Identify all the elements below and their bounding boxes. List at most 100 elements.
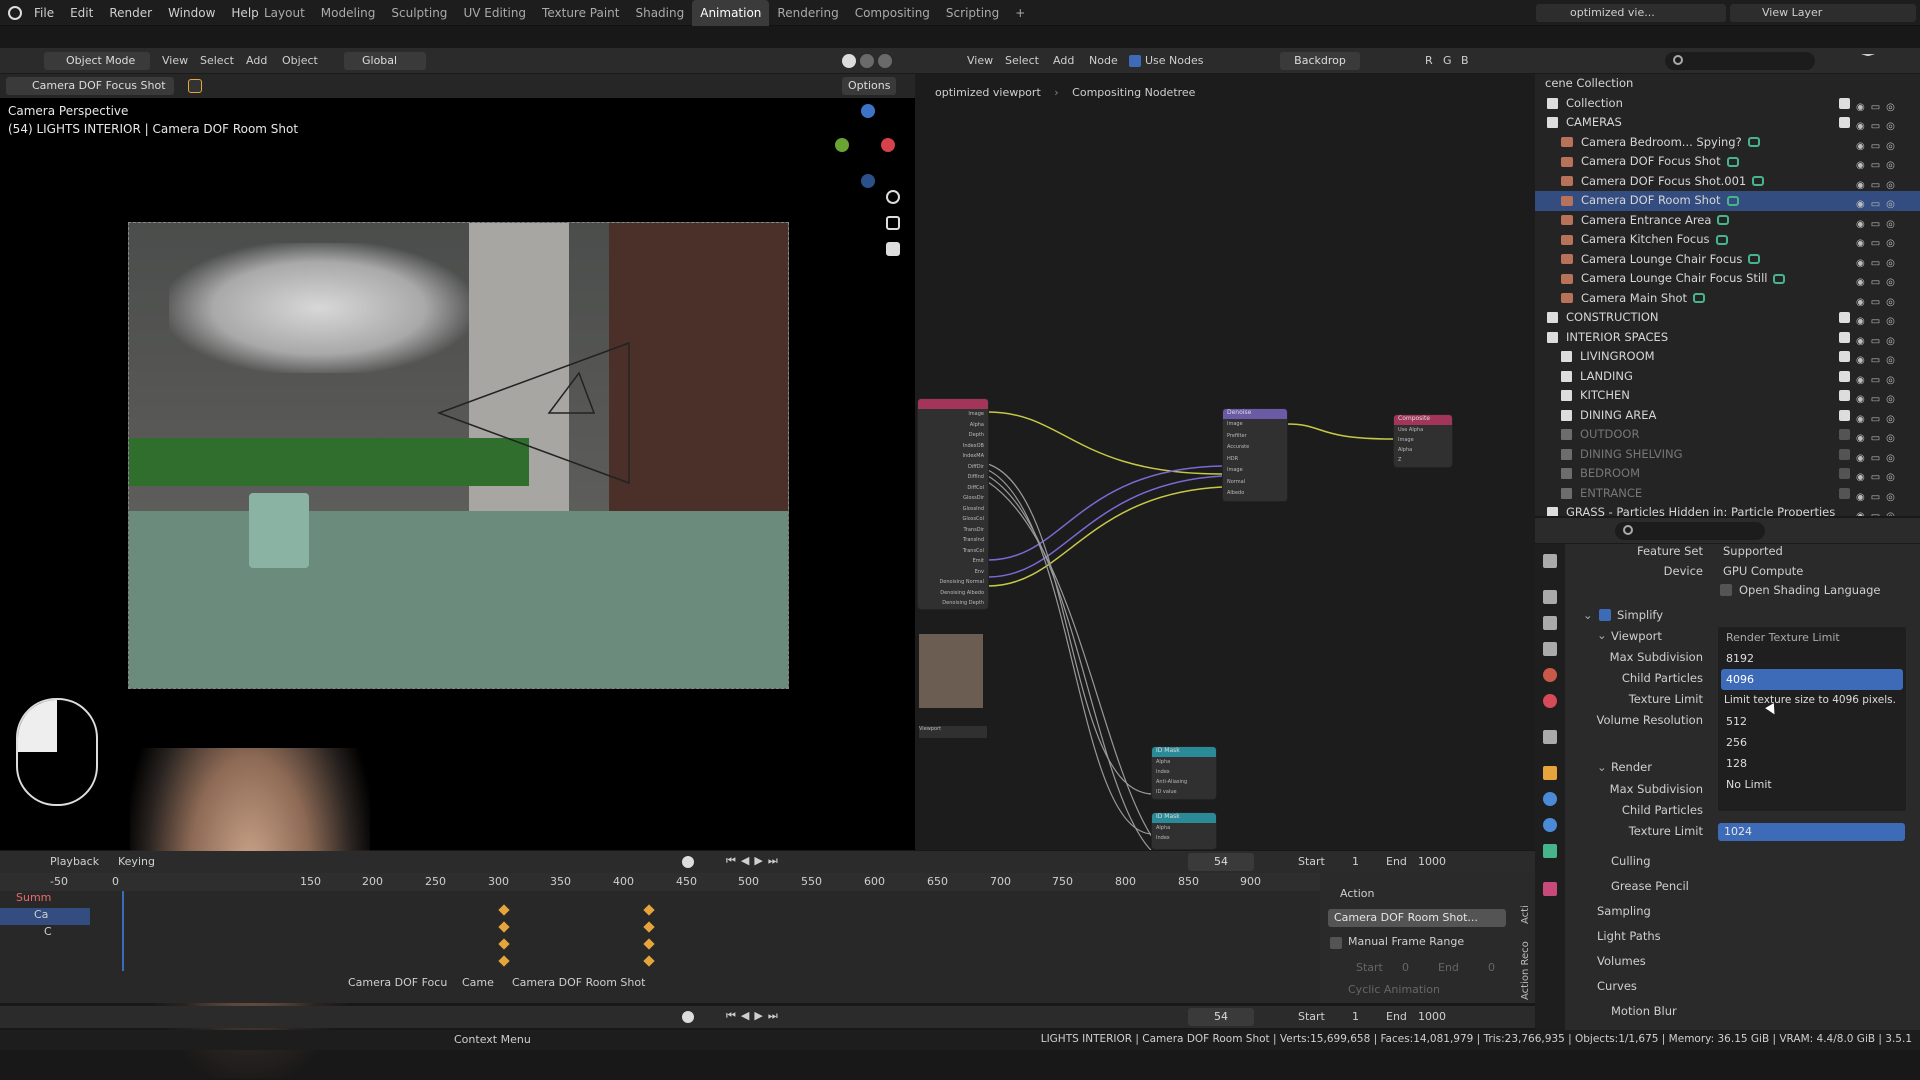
backdrop-toggle[interactable]: Backdrop (1280, 52, 1360, 70)
transform-orientation-dropdown[interactable]: Global (344, 52, 426, 70)
visibility-toggles-icon[interactable]: ◉▭◎ (1856, 468, 1912, 483)
camera-gizmo[interactable] (429, 333, 649, 493)
start-value-2[interactable]: 1 (1352, 1010, 1359, 1023)
tool-tab-icon[interactable] (1543, 554, 1557, 568)
modifier-tab-icon[interactable] (1543, 792, 1557, 806)
viewport-menu-select[interactable]: Select (200, 54, 234, 67)
node-socket[interactable]: Depth (918, 430, 988, 441)
node-socket[interactable]: Use Alpha (1394, 425, 1452, 435)
texture-tab-icon[interactable] (1543, 882, 1557, 896)
channel-summary[interactable]: Summ (0, 891, 90, 908)
outliner-row[interactable]: CONSTRUCTION ◉▭◎ (1535, 308, 1920, 328)
visibility-toggles-icon[interactable]: ◉▭◎ (1856, 312, 1912, 327)
exclude-checkbox[interactable] (1839, 117, 1850, 128)
playback-menu[interactable]: Playback (50, 855, 99, 868)
viewport-subpanel-label[interactable]: Viewport (1611, 629, 1662, 643)
outliner-row[interactable]: LANDING ◉▭◎ (1535, 367, 1920, 387)
exclude-checkbox[interactable] (1839, 487, 1850, 499)
view-layer-tab-icon[interactable] (1543, 642, 1557, 656)
outliner-search-input[interactable] (1665, 52, 1815, 70)
action-end-value[interactable]: 0 (1488, 961, 1495, 974)
object-mode-dropdown[interactable]: Object Mode (44, 52, 150, 70)
tab-uv-editing[interactable]: UV Editing (455, 0, 534, 26)
record-icon[interactable] (682, 1011, 694, 1023)
exclude-checkbox[interactable] (1839, 429, 1850, 440)
physics-tab-icon[interactable] (1543, 818, 1557, 832)
feature-set-value[interactable]: Supported (1723, 544, 1783, 558)
outliner-row[interactable]: DINING AREA ◉▭◎ (1535, 406, 1920, 426)
option-512[interactable]: 512 (1718, 711, 1906, 732)
node-socket[interactable]: Alpha (918, 420, 988, 431)
outliner-row[interactable]: Camera Lounge Chair Focus ◉▭◎ (1535, 250, 1920, 270)
node-socket[interactable]: Denoising Depth (918, 598, 988, 609)
tab-animation[interactable]: Animation (692, 0, 770, 26)
navigation-gizmo[interactable] (835, 104, 895, 188)
node-socket[interactable]: IndexMA (918, 451, 988, 462)
node-socket[interactable]: Env (918, 567, 988, 578)
node-socket[interactable]: Alpha (1152, 757, 1216, 767)
motion-blur-section[interactable]: Motion Blur (1611, 1004, 1677, 1018)
visibility-toggles-icon[interactable]: ◉▭◎ (1856, 293, 1912, 308)
grease-pencil-section[interactable]: Grease Pencil (1611, 879, 1689, 893)
exclude-checkbox[interactable] (1839, 370, 1850, 382)
material-shading-icon[interactable] (860, 54, 874, 68)
visibility-toggles-icon[interactable]: ◉▭◎ (1856, 176, 1912, 191)
id-mask-node[interactable]: ID Mask Alpha Index Anti-Aliasing ID value (1151, 746, 1217, 800)
exclude-checkbox[interactable] (1839, 409, 1850, 421)
node-socket[interactable]: Index (1152, 767, 1216, 777)
outliner-scene-collection[interactable]: cene Collection (1535, 74, 1920, 94)
node-socket[interactable]: Image (1223, 465, 1287, 477)
simplify-checkbox[interactable] (1599, 609, 1611, 621)
keyframe[interactable] (498, 955, 510, 967)
exclude-checkbox[interactable] (1839, 312, 1850, 323)
options-dropdown[interactable]: Options (842, 77, 897, 95)
outliner-row[interactable]: Camera DOF Room Shot ◉▭◎ (1535, 191, 1920, 211)
outliner-row[interactable]: DINING SHELVING ◉▭◎ (1535, 445, 1920, 465)
action-panel-title[interactable]: Action (1340, 887, 1374, 900)
outliner-row[interactable]: Camera Main Shot ◉▭◎ (1535, 289, 1920, 309)
record-icon[interactable] (682, 856, 694, 868)
camera-data-icon[interactable] (1773, 273, 1786, 284)
visibility-toggles-icon[interactable]: ◉▭◎ (1856, 234, 1912, 249)
node-socket[interactable]: Normal (1223, 477, 1287, 489)
properties-search-input[interactable] (1615, 522, 1765, 540)
outliner-row[interactable]: Collection ◉▭◎ (1535, 94, 1920, 114)
tab-rendering[interactable]: Rendering (769, 0, 846, 26)
node-menu-node[interactable]: Node (1089, 54, 1118, 67)
use-nodes-checkbox[interactable] (1129, 55, 1141, 67)
exclude-checkbox[interactable] (1839, 390, 1850, 401)
camera-data-icon[interactable] (1748, 254, 1761, 264)
frame-ruler[interactable]: -50 0 150 200 250 300 350 400 450 500 550 600 650 700… (0, 873, 1320, 891)
y-axis-icon[interactable] (835, 138, 849, 152)
viewport-menu-view[interactable]: View (162, 54, 188, 67)
tab-shading[interactable]: Shading (627, 0, 692, 26)
node-socket[interactable]: Denoising Albedo (918, 588, 988, 599)
start-value[interactable]: 1 (1352, 855, 1359, 868)
node-socket[interactable]: Denoising Normal (918, 577, 988, 588)
channel-camera[interactable]: Ca (0, 908, 90, 925)
menu-file[interactable]: File (26, 0, 62, 26)
tab-modeling[interactable]: Modeling (313, 0, 384, 26)
curves-section[interactable]: Curves (1597, 979, 1637, 993)
visibility-toggles-icon[interactable]: ◉▭◎ (1856, 449, 1912, 464)
node-socket[interactable]: Emit (918, 556, 988, 567)
menu-render[interactable]: Render (101, 0, 160, 26)
visibility-toggles-icon[interactable]: ◉▭◎ (1856, 351, 1912, 366)
outliner-row[interactable]: Camera DOF Focus Shot.001 ◉▭◎ (1535, 172, 1920, 192)
option-256[interactable]: 256 (1718, 732, 1906, 753)
node-socket[interactable]: GlossCol (918, 514, 988, 525)
option-no-limit[interactable]: No Limit (1718, 774, 1906, 795)
camera-data-icon[interactable] (1726, 156, 1739, 167)
action-start-value[interactable]: 0 (1402, 961, 1409, 974)
render-layers-node[interactable]: Image Alpha Depth IndexOB IndexMA DiffDir Diff… (917, 398, 989, 610)
node-socket[interactable]: Image (1394, 435, 1452, 445)
object-data-tab-icon[interactable] (1543, 844, 1557, 858)
node-menu-add[interactable]: Add (1053, 54, 1074, 67)
playback-controls-icon[interactable]: ⏮◀▶⏭ (726, 1009, 783, 1023)
keyframe[interactable] (498, 921, 510, 933)
keyframe[interactable] (643, 955, 655, 967)
outliner-row[interactable]: INTERIOR SPACES ◉▭◎ (1535, 328, 1920, 348)
node-socket[interactable]: TransInd (918, 535, 988, 546)
zoom-icon[interactable] (886, 190, 900, 204)
menu-edit[interactable]: Edit (62, 0, 101, 26)
